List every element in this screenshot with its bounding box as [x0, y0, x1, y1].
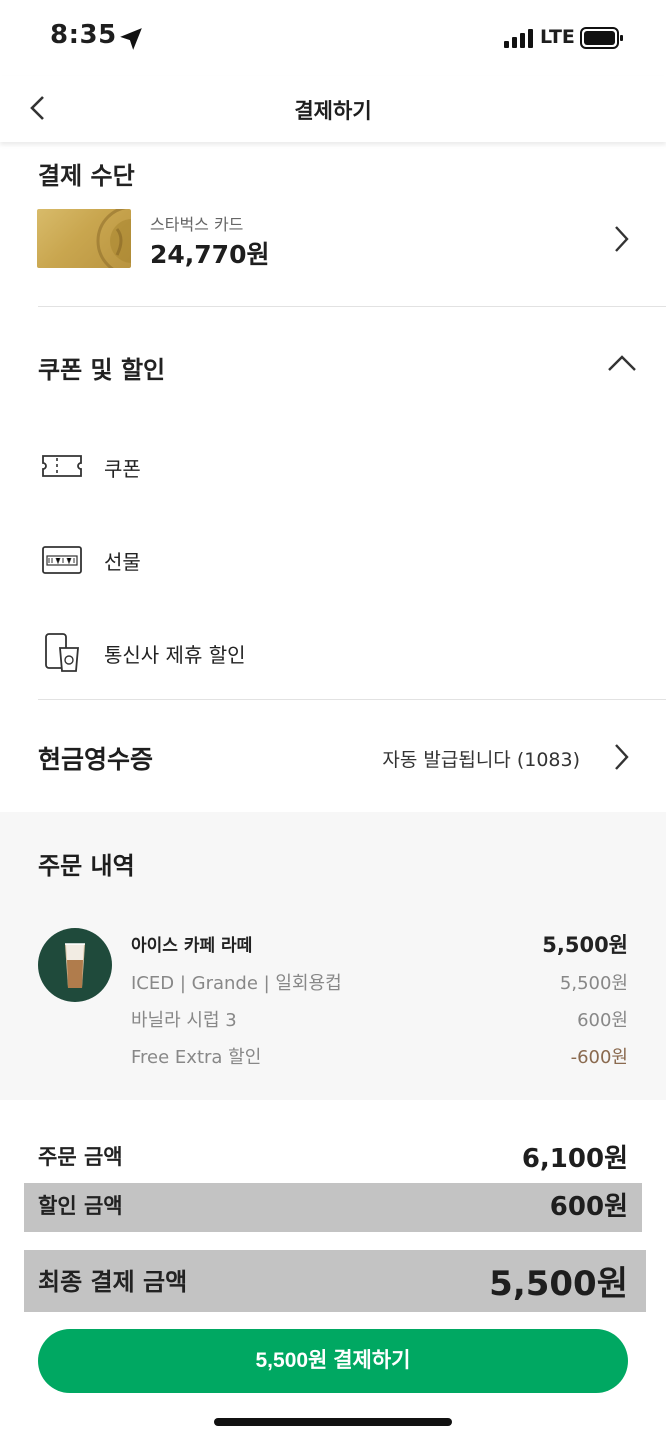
- status-bar: 8:35 LTE: [0, 0, 666, 76]
- item-option-line: 바닐라 시럽 3: [131, 1010, 237, 1031]
- telecom-discount-option[interactable]: 통신사 제휴 할인: [40, 628, 600, 676]
- chevron-up-icon[interactable]: [606, 352, 638, 374]
- battery-icon: [580, 27, 623, 49]
- coupon-option-label: 쿠폰: [104, 457, 141, 481]
- gift-option-label: 선물: [104, 550, 141, 574]
- nav-bar: 결제하기: [0, 76, 666, 142]
- cash-receipt-value: 자동 발급됩니다 (1083): [382, 749, 580, 771]
- ticket-icon: [42, 455, 82, 477]
- item-name: 아이스 카페 라떼: [131, 936, 253, 956]
- divider: [38, 699, 666, 700]
- final-amount-value: 5,500원: [489, 1264, 628, 1304]
- final-amount-label: 최종 결제 금액: [38, 1268, 188, 1296]
- home-indicator[interactable]: [214, 1418, 452, 1426]
- coupon-section-title: 쿠폰 및 할인: [38, 356, 166, 384]
- coupon-option[interactable]: 쿠폰: [40, 442, 600, 490]
- phone-cup-icon: [45, 633, 79, 672]
- telecom-discount-label: 통신사 제휴 할인: [104, 643, 246, 667]
- card-name: 스타벅스 카드: [150, 215, 244, 234]
- gift-option[interactable]: 선물: [40, 535, 600, 583]
- starbucks-card-image: [37, 209, 131, 268]
- iced-latte-icon: [65, 943, 85, 988]
- starbucks-logo-icon: [96, 209, 131, 268]
- chevron-right-icon[interactable]: [612, 224, 632, 254]
- chevron-right-icon[interactable]: [612, 742, 632, 772]
- payment-method-title: 결제 수단: [38, 162, 135, 190]
- location-arrow-icon: [120, 28, 142, 50]
- gift-card-icon: [42, 546, 82, 574]
- signal-icon: [504, 29, 533, 48]
- order-details-title: 주문 내역: [38, 852, 135, 880]
- divider: [38, 306, 666, 307]
- cash-receipt-label: 현금영수증: [38, 745, 154, 774]
- status-time: 8:35: [50, 20, 117, 50]
- card-balance: 24,770원: [150, 240, 270, 269]
- order-amount-label: 주문 금액: [38, 1145, 123, 1169]
- network-label: LTE: [540, 26, 575, 48]
- item-option-price: 600원: [577, 1010, 628, 1031]
- discount-amount-label: 할인 금액: [38, 1194, 123, 1218]
- item-option-line: ICED | Grande | 일회용컵: [131, 973, 342, 994]
- page-title: 결제하기: [294, 99, 372, 123]
- discount-amount-value: 600원: [549, 1192, 628, 1222]
- item-discount-price: -600원: [570, 1047, 628, 1068]
- pay-button[interactable]: 5,500원 결제하기: [38, 1329, 628, 1393]
- drink-image: [38, 928, 112, 1002]
- item-discount-line: Free Extra 할인: [131, 1047, 262, 1068]
- item-option-price: 5,500원: [559, 973, 628, 994]
- order-amount-value: 6,100원: [521, 1144, 628, 1174]
- item-price: 5,500원: [542, 933, 628, 957]
